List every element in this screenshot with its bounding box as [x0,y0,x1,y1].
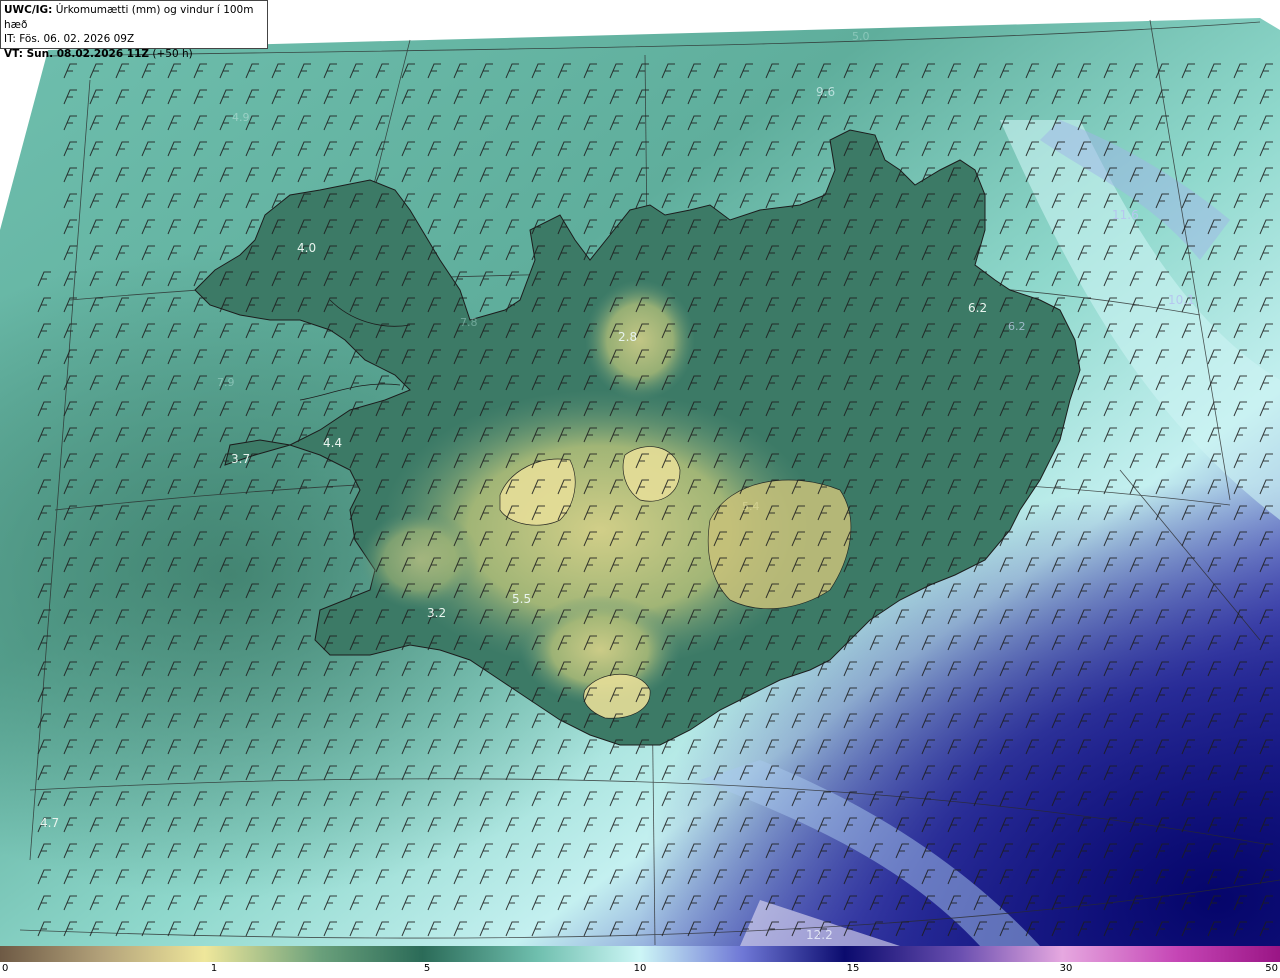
value-label: 3.2 [427,606,446,620]
scale-tick-label: 30 [1059,963,1073,974]
value-label: 6.2 [968,301,987,315]
map-title-box: UWC/IG: Úrkomumætti (mm) og vindur í 100… [0,0,268,60]
color-scale-labels: 0 1 5 10 15 30 50 [0,962,1280,978]
valid-time-line: VT: Sun. 08.02.2026 11Z (+50 h) [4,47,264,62]
issue-time: IT: Fös. 06. 02. 2026 09Z [4,33,135,45]
lead-time: (+50 h) [152,47,193,60]
product-code: UWC/IG: [4,4,53,16]
scale-tick-label: 5 [423,963,431,974]
value-label: 12.2 [806,928,833,942]
color-scale-bar [0,946,1280,962]
faint-value-label: 7.9 [217,376,235,389]
faint-value-label: 4.9 [232,111,250,124]
faint-value-label: 5.0 [852,30,870,43]
glacier-vatnajokull [707,479,852,610]
scale-tick-label: 10 [633,963,647,974]
value-label: 3.7 [231,452,250,466]
value-label: 4.0 [297,241,316,255]
scale-tick-label: 15 [846,963,860,974]
value-label: 5.5 [512,592,531,606]
forecast-map: 4.0 2.8 6.2 9.6 11.6 10.1 4.4 3.7 5.5 3.… [0,0,1280,946]
scale-tick-label: 0 [2,963,9,974]
value-label: 4.4 [323,436,342,450]
scale-tick-label: 1 [210,963,218,974]
faint-value-label: 7.8 [460,316,478,329]
scale-tick-label: 50 [1265,963,1278,974]
value-label: 4.7 [40,816,59,830]
value-label: 2.8 [618,330,637,344]
valid-time: VT: Sun. 08.02.2026 11Z [4,47,150,60]
value-label: 10.1 [1168,293,1195,307]
value-label: 9.6 [816,85,835,99]
value-label: 11.6 [1112,208,1139,222]
faint-value-label: 6.2 [1008,320,1026,333]
title-line: UWC/IG: Úrkomumætti (mm) og vindur í 100… [4,3,264,32]
faint-value-label: 5.4 [742,500,760,513]
